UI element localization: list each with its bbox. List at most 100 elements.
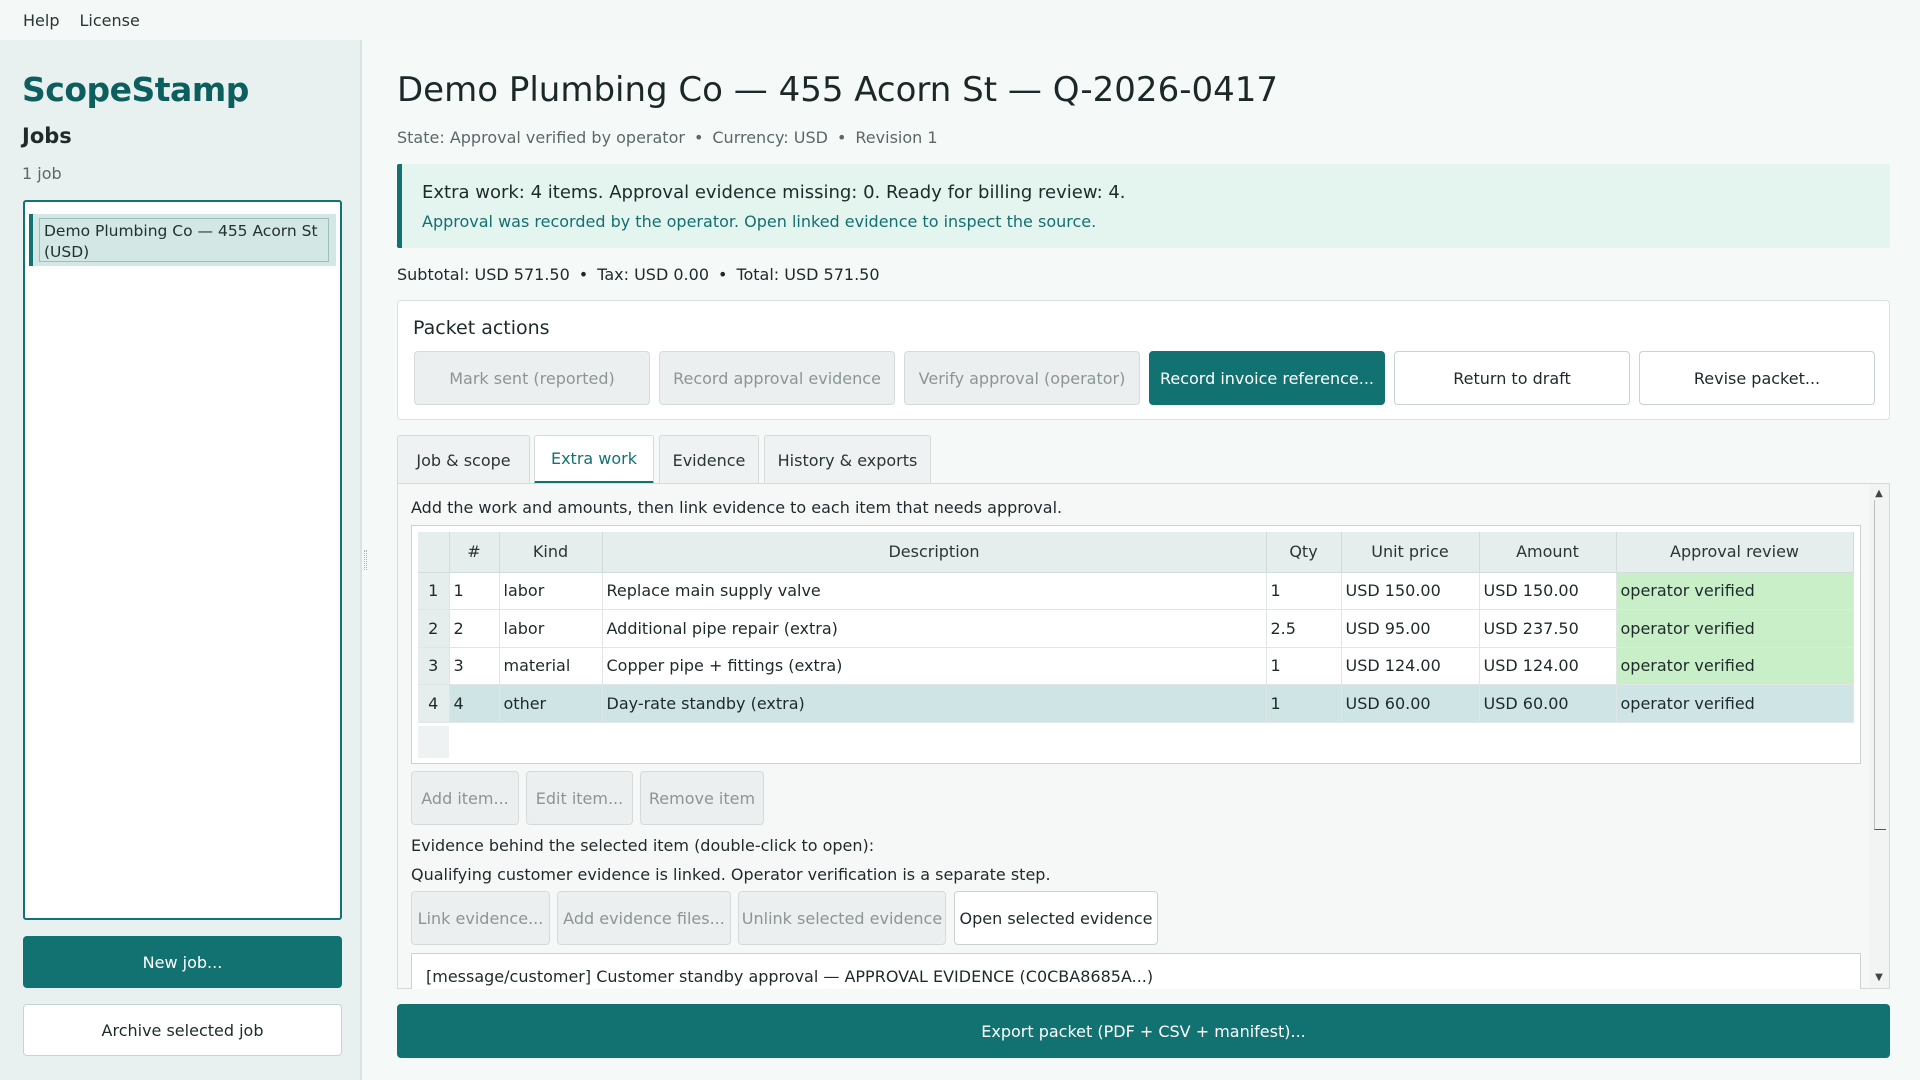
new-job-button[interactable]: New job... [23,936,342,988]
menu-help[interactable]: Help [23,11,59,30]
tab-extra-work[interactable]: Extra work [534,435,654,484]
tax: Tax: USD 0.00 [597,265,709,284]
tab-history-exports[interactable]: History & exports [764,435,931,484]
link-evidence-button[interactable]: Link evidence... [411,891,550,945]
tab-job-scope[interactable]: Job & scope [397,435,530,484]
record-invoice-button[interactable]: Record invoice reference... [1149,351,1385,405]
return-to-draft-button[interactable]: Return to draft [1394,351,1630,405]
cell-number[interactable]: 2 [449,609,500,648]
cell-qty[interactable]: 1 [1266,572,1342,610]
evidence-list[interactable]: [message/customer] Customer standby appr… [411,953,1861,989]
meta-separator: • [693,128,704,147]
table-row[interactable]: 3 3 material Copper pipe + fittings (ext… [418,647,1854,685]
column-header-approval-review[interactable]: Approval review [1616,532,1854,573]
column-header-number[interactable]: # [449,532,500,573]
cell-approval-review[interactable]: operator verified [1616,609,1854,648]
menu-license[interactable]: License [79,11,139,30]
edit-item-button[interactable]: Edit item... [526,771,633,825]
packet-actions-panel: Packet actions Mark sent (reported) Reco… [397,300,1890,420]
splitter-handle[interactable] [364,550,367,570]
cell-qty[interactable]: 1 [1266,684,1342,723]
cell-number[interactable]: 1 [449,572,500,610]
revise-packet-button[interactable]: Revise packet... [1639,351,1875,405]
extra-work-intro: Add the work and amounts, then link evid… [411,498,1063,517]
export-packet-button[interactable]: Export packet (PDF + CSV + manifest)... [397,1004,1890,1058]
extra-work-panel: Add the work and amounts, then link evid… [397,483,1890,989]
cell-kind[interactable]: labor [499,572,603,610]
table-row[interactable]: 2 2 labor Additional pipe repair (extra)… [418,609,1854,648]
column-header-qty[interactable]: Qty [1266,532,1342,573]
job-list[interactable]: Demo Plumbing Co — 455 Acorn St (USD) [23,200,342,920]
sidebar: ScopeStamp Jobs 1 job Demo Plumbing Co —… [0,40,362,1080]
banner-detail: Approval was recorded by the operator. O… [422,212,1097,231]
subtotal: Subtotal: USD 571.50 [397,265,570,284]
column-header-description[interactable]: Description [602,532,1267,573]
mark-sent-button[interactable]: Mark sent (reported) [414,351,650,405]
meta-separator: • [836,128,847,147]
corner-header[interactable] [418,532,450,573]
menubar: Help License [0,0,1920,40]
scroll-up-icon[interactable]: ▲ [1873,488,1885,500]
scroll-down-icon[interactable]: ▼ [1873,972,1885,984]
cell-unit-price[interactable]: USD 95.00 [1341,609,1480,648]
jobs-heading: Jobs [22,124,72,148]
scroll-thumb[interactable] [1874,500,1886,830]
verify-approval-button[interactable]: Verify approval (operator) [904,351,1140,405]
cell-unit-price[interactable]: USD 150.00 [1341,572,1480,610]
row-header[interactable]: 2 [418,609,450,648]
extra-work-table[interactable]: # Kind Description Qty Unit price Amount… [411,525,1861,764]
cell-kind[interactable]: material [499,647,603,685]
meta-state: State: Approval verified by operator [397,128,685,147]
cell-description[interactable]: Replace main supply valve [602,572,1267,610]
table-header-row: # Kind Description Qty Unit price Amount… [418,532,1854,573]
column-header-amount[interactable]: Amount [1479,532,1617,573]
cell-description[interactable]: Copper pipe + fittings (extra) [602,647,1267,685]
packet-actions-heading: Packet actions [413,317,550,339]
cell-qty[interactable]: 1 [1266,647,1342,685]
row-header[interactable]: 3 [418,647,450,685]
banner-headline: Extra work: 4 items. Approval evidence m… [422,182,1126,203]
table-row[interactable]: 1 1 labor Replace main supply valve 1 US… [418,572,1854,610]
cell-amount[interactable]: USD 124.00 [1479,647,1617,685]
meta-revision: Revision 1 [855,128,938,147]
totals-line: Subtotal: USD 571.50 • Tax: USD 0.00 • Total… [397,265,880,284]
add-evidence-files-button[interactable]: Add evidence files... [557,891,731,945]
cell-amount[interactable]: USD 150.00 [1479,572,1617,610]
row-header[interactable]: 1 [418,572,450,610]
cell-unit-price[interactable]: USD 60.00 [1341,684,1480,723]
cell-kind[interactable]: labor [499,609,603,648]
column-header-kind[interactable]: Kind [499,532,603,573]
total: Total: USD 571.50 [736,265,880,284]
cell-unit-price[interactable]: USD 124.00 [1341,647,1480,685]
cell-amount[interactable]: USD 237.50 [1479,609,1617,648]
cell-description[interactable]: Day-rate standby (extra) [602,684,1267,723]
jobs-count: 1 job [22,164,62,183]
table-row-selected[interactable]: 4 4 other Day-rate standby (extra) 1 USD… [418,684,1854,723]
cell-number[interactable]: 3 [449,647,500,685]
archive-job-button[interactable]: Archive selected job [23,1004,342,1056]
unlink-evidence-button[interactable]: Unlink selected evidence [738,891,946,945]
cell-number[interactable]: 4 [449,684,500,723]
tab-evidence[interactable]: Evidence [659,435,759,484]
cell-approval-review[interactable]: operator verified [1616,684,1854,723]
status-banner: Extra work: 4 items. Approval evidence m… [397,164,1890,248]
job-list-item[interactable]: Demo Plumbing Co — 455 Acorn St (USD) [29,214,336,266]
add-item-button[interactable]: Add item... [411,771,519,825]
open-evidence-button[interactable]: Open selected evidence [954,891,1158,945]
record-approval-button[interactable]: Record approval evidence [659,351,895,405]
remove-item-button[interactable]: Remove item [640,771,764,825]
app-brand: ScopeStamp [22,70,249,109]
totals-separator: • [718,265,728,284]
cell-approval-review[interactable]: operator verified [1616,572,1854,610]
panel-scrollbar[interactable]: ▲ ▼ [1869,484,1889,988]
column-header-unit-price[interactable]: Unit price [1341,532,1480,573]
row-header[interactable]: 4 [418,684,450,723]
cell-qty[interactable]: 2.5 [1266,609,1342,648]
evidence-list-item[interactable]: [message/customer] Customer standby appr… [426,967,1153,986]
evidence-note: Qualifying customer evidence is linked. … [411,865,1051,884]
cell-amount[interactable]: USD 60.00 [1479,684,1617,723]
evidence-label: Evidence behind the selected item (doubl… [411,836,875,855]
cell-approval-review[interactable]: operator verified [1616,647,1854,685]
cell-kind[interactable]: other [499,684,603,723]
cell-description[interactable]: Additional pipe repair (extra) [602,609,1267,648]
